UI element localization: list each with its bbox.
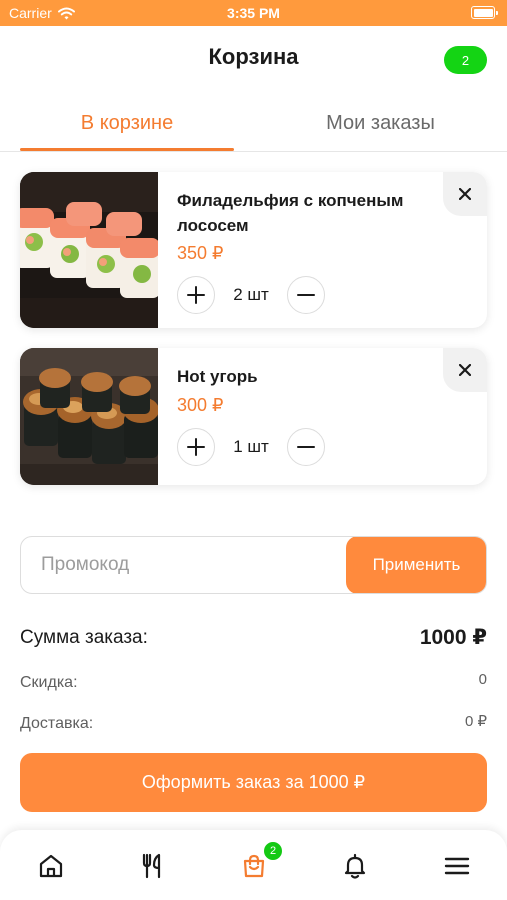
remove-item-button[interactable] bbox=[443, 172, 487, 216]
delivery-value: 0 ₽ bbox=[464, 713, 487, 730]
bottom-nav: 2 bbox=[0, 830, 507, 900]
cart-nav-badge: 2 bbox=[263, 841, 283, 861]
fork-knife-icon bbox=[142, 853, 161, 879]
product-name: Филадельфия с копченым лососем bbox=[177, 191, 404, 235]
increase-quantity-button[interactable] bbox=[177, 276, 215, 314]
close-icon bbox=[459, 364, 471, 376]
order-total-label: Сумма заказа: bbox=[20, 627, 148, 648]
plus-icon bbox=[187, 286, 205, 304]
hamburger-menu-icon bbox=[444, 857, 470, 875]
status-bar: Carrier 3:35 PM bbox=[0, 0, 507, 26]
nav-home[interactable] bbox=[34, 849, 68, 883]
product-price: 300 ₽ bbox=[177, 395, 224, 415]
cart-screen: Carrier 3:35 PM Корзина 2 В корзине Мои … bbox=[0, 0, 507, 900]
product-name: Hot угорь bbox=[177, 367, 258, 386]
decrease-quantity-button[interactable] bbox=[287, 428, 325, 466]
quantity-stepper: 2 шт bbox=[177, 276, 325, 314]
battery-icon bbox=[471, 6, 498, 19]
nav-notifications[interactable] bbox=[338, 849, 372, 883]
tab-in-cart[interactable]: В корзине bbox=[20, 112, 234, 135]
order-total-value: 1000 ₽ bbox=[419, 626, 487, 649]
minus-icon bbox=[297, 294, 315, 296]
close-icon bbox=[459, 188, 471, 200]
status-time: 3:35 PM bbox=[227, 5, 280, 21]
product-price: 350 ₽ bbox=[177, 243, 224, 263]
increase-quantity-button[interactable] bbox=[177, 428, 215, 466]
cart-count-badge: 2 bbox=[444, 46, 487, 74]
decrease-quantity-button[interactable] bbox=[287, 276, 325, 314]
plus-icon bbox=[187, 438, 205, 456]
remove-item-button[interactable] bbox=[443, 348, 487, 392]
nav-menu[interactable] bbox=[135, 849, 169, 883]
discount-value: 0 bbox=[478, 671, 487, 688]
nav-more[interactable] bbox=[440, 849, 474, 883]
page-title: Корзина bbox=[208, 44, 299, 69]
promo-code-field: Применить bbox=[20, 536, 487, 594]
delivery-label: Доставка: bbox=[20, 715, 94, 732]
quantity-value: 1 шт bbox=[233, 437, 269, 456]
checkout-button[interactable]: Оформить заказ за 1000 ₽ bbox=[20, 753, 487, 812]
discount-label: Скидка: bbox=[20, 674, 78, 691]
product-image bbox=[20, 172, 158, 328]
promo-code-input[interactable] bbox=[21, 537, 347, 593]
cart-item: Hot угорь 300 ₽ 1 шт bbox=[20, 348, 487, 485]
tab-my-orders[interactable]: Мои заказы bbox=[274, 112, 487, 135]
quantity-value: 2 шт bbox=[233, 285, 269, 304]
product-image bbox=[20, 348, 158, 485]
cart-item: Филадельфия с копченым лососем 350 ₽ 2 ш… bbox=[20, 172, 487, 328]
quantity-stepper: 1 шт bbox=[177, 428, 325, 466]
bell-icon bbox=[344, 853, 366, 879]
minus-icon bbox=[297, 446, 315, 448]
home-icon bbox=[39, 854, 63, 878]
apply-promo-button[interactable]: Применить bbox=[346, 537, 486, 593]
tabs-divider bbox=[0, 151, 507, 152]
